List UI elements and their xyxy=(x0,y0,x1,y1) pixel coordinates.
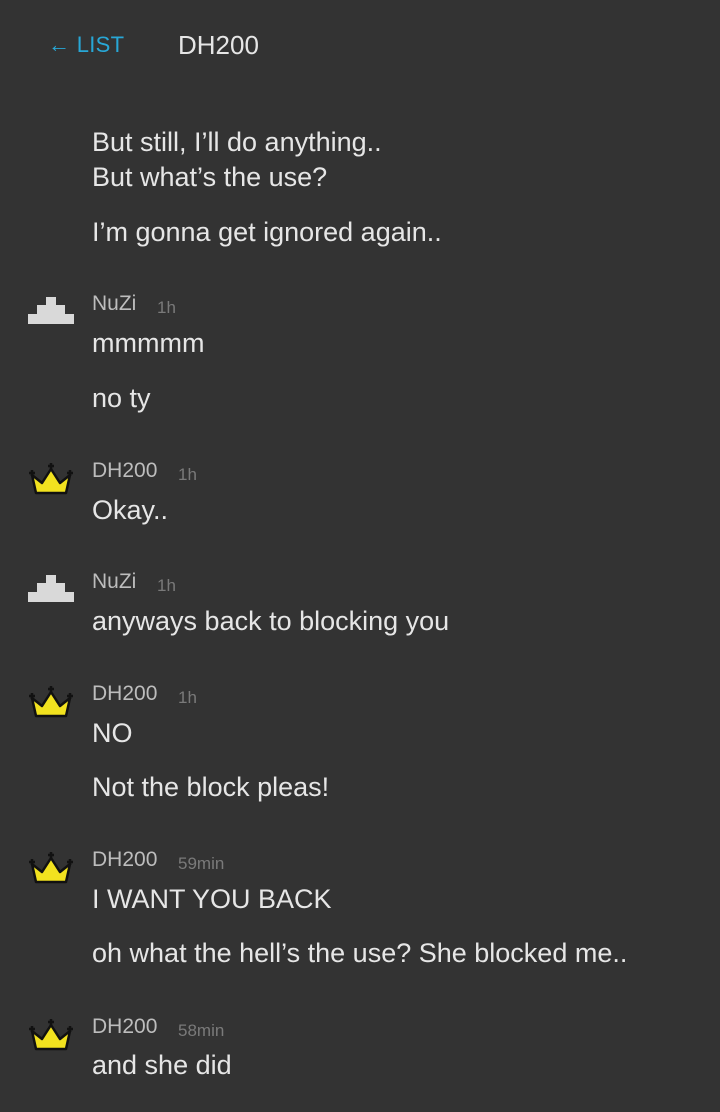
message-text: mmmmm xyxy=(92,328,205,358)
message-timestamp: 1h xyxy=(157,576,176,595)
message-timestamp: 1h xyxy=(178,465,197,484)
crown-avatar-icon[interactable] xyxy=(26,850,76,884)
message-author[interactable]: DH200 xyxy=(92,848,157,872)
message-author[interactable]: DH200 xyxy=(92,459,157,483)
message-timestamp: 59min xyxy=(178,854,225,873)
message-timestamp: 58min xyxy=(178,1021,225,1040)
message-text: anyways back to blocking you xyxy=(92,606,450,636)
message-text: oh what the hell’s the use? She blocked … xyxy=(92,938,628,968)
pyramid-avatar-icon[interactable] xyxy=(26,294,76,328)
message-author[interactable]: DH200 xyxy=(92,1015,157,1039)
message-text: Okay.. xyxy=(92,495,169,525)
message-text: But what’s the use? xyxy=(92,162,328,192)
message-text: and she did xyxy=(92,1050,232,1080)
message-text: Not the block pleas! xyxy=(92,772,330,802)
message-timestamp: 1h xyxy=(157,298,176,317)
message-author[interactable]: NuZi xyxy=(92,570,136,594)
message-feed: But still, I’ll do anything.. But what’s… xyxy=(0,0,720,1112)
message-text: But still, I’ll do anything.. xyxy=(92,127,382,157)
message-author[interactable]: DH200 xyxy=(92,682,157,706)
message-text: no ty xyxy=(92,383,151,413)
message-text: NO xyxy=(92,718,133,748)
pyramid-avatar-icon[interactable] xyxy=(26,572,76,606)
crown-avatar-icon[interactable] xyxy=(26,1017,76,1051)
crown-avatar-icon[interactable] xyxy=(26,461,76,495)
crown-avatar-icon[interactable] xyxy=(26,684,76,718)
message-timestamp: 1h xyxy=(178,688,197,707)
message-text: I’m gonna get ignored again.. xyxy=(92,217,442,247)
message-author[interactable]: NuZi xyxy=(92,292,136,316)
message-text: I WANT YOU BACK xyxy=(92,884,332,914)
